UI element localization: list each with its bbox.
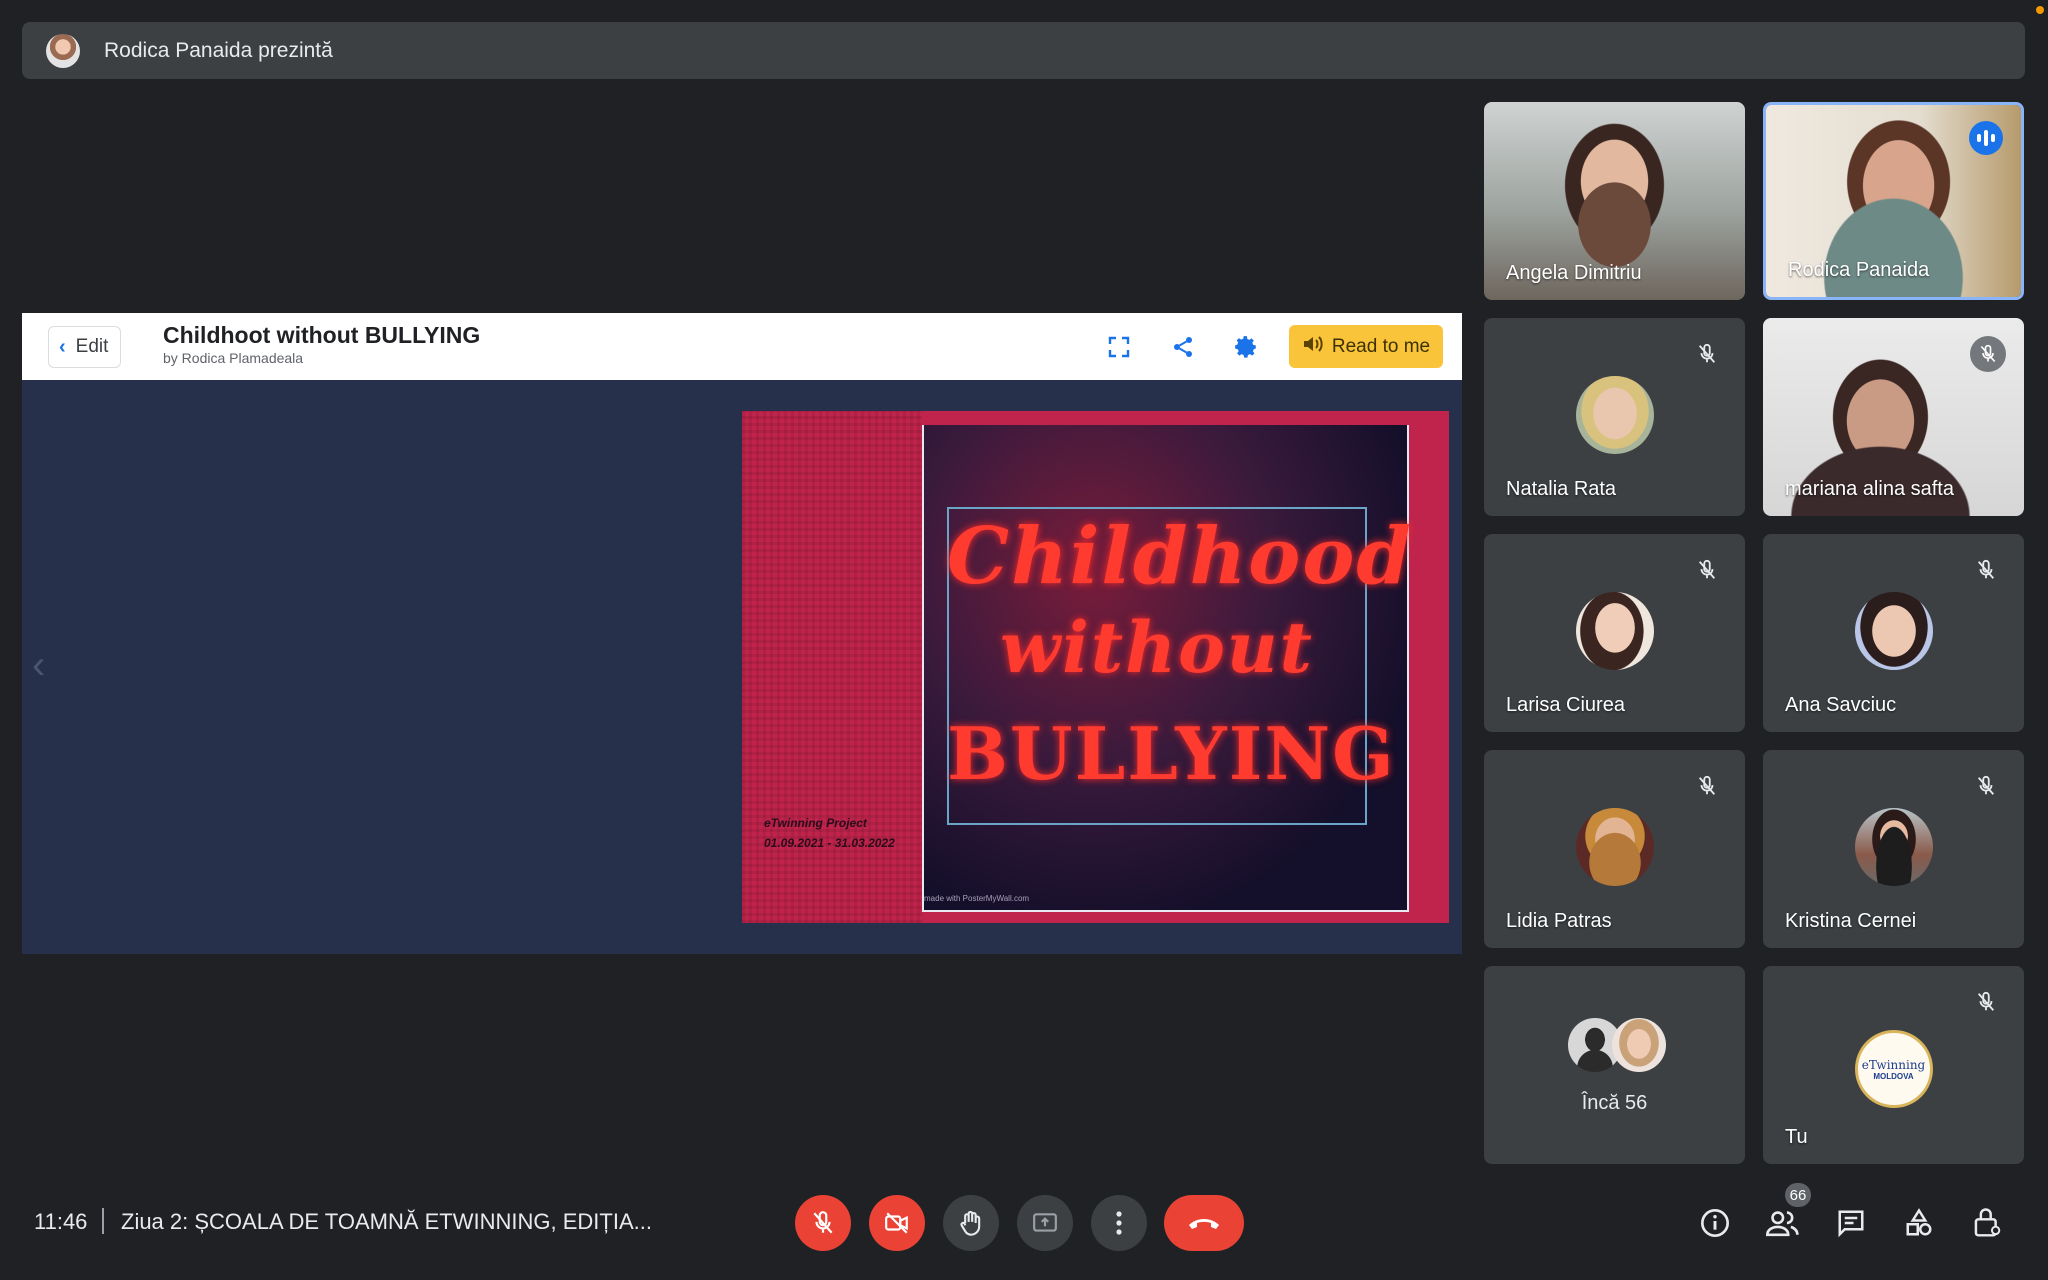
previous-page-icon[interactable]: ‹ — [32, 643, 45, 688]
participant-name: Rodica Panaida — [1788, 259, 1930, 281]
activities-button[interactable] — [1901, 1205, 1937, 1241]
microphone-toggle-button[interactable] — [795, 1195, 851, 1251]
read-to-me-button[interactable]: Read to me — [1289, 325, 1443, 368]
hand-icon — [960, 1210, 981, 1236]
hang-up-icon — [1189, 1219, 1219, 1229]
document-author: by Rodica Plamadeala — [163, 350, 304, 366]
participant-name: Ana Savciuc — [1785, 694, 1897, 716]
mic-off-icon — [1970, 770, 2002, 802]
edit-button[interactable]: ‹ Edit — [48, 326, 122, 368]
share-icon[interactable] — [1167, 331, 1199, 363]
participant-name: Kristina Cernei — [1785, 910, 1917, 932]
participant-tile-active[interactable]: Rodica Panaida — [1763, 102, 2024, 300]
document-title: Childhoot without BULLYING — [163, 322, 481, 348]
participant-name: Larisa Ciurea — [1506, 694, 1625, 716]
info-icon — [1701, 1209, 1729, 1237]
more-participants-tile[interactable]: Încă 56 — [1484, 966, 1745, 1164]
mic-off-icon — [1691, 338, 1723, 370]
host-controls-button[interactable] — [1969, 1205, 2005, 1241]
mic-off-icon — [1691, 554, 1723, 586]
document-header: ‹ Edit Childhoot without BULLYING by Rod… — [22, 313, 1462, 380]
self-tile[interactable]: eTwinning MOLDOVA Tu — [1763, 966, 2024, 1164]
participant-name: Lidia Patras — [1506, 910, 1612, 932]
more-participants-label: Încă 56 — [1581, 1092, 1648, 1114]
edit-label: Edit — [75, 336, 109, 357]
mic-off-icon — [1970, 986, 2002, 1018]
slide-project-note: eTwinning Project 01.09.2021 - 31.03.202… — [764, 813, 895, 853]
participant-tile[interactable]: Angela Dimitriu — [1484, 102, 1745, 300]
slide-note-line1: eTwinning Project — [764, 816, 867, 830]
present-screen-button[interactable] — [1017, 1195, 1073, 1251]
mic-off-icon — [813, 1211, 833, 1234]
meeting-details-button[interactable] — [1697, 1205, 1733, 1241]
mic-off-icon — [1691, 770, 1723, 802]
presenter-text: Rodica Panaida prezintă — [104, 38, 333, 62]
meeting-title: Ziua 2: ȘCOALA DE TOAMNĂ ETWINNING, EDIȚ… — [121, 1209, 652, 1234]
raise-hand-button[interactable] — [943, 1195, 999, 1251]
slide-credit: made with PosterMyWall.com — [924, 894, 1030, 903]
more-vert-icon — [1116, 1211, 1122, 1235]
presentation-slide: Childhood without BULLYING eTwinning Pro… — [742, 411, 1449, 923]
avatar — [1575, 592, 1654, 670]
more-options-button[interactable] — [1091, 1195, 1147, 1251]
read-to-me-label: Read to me — [1331, 335, 1431, 357]
participant-name: Natalia Rata — [1506, 478, 1617, 500]
logo-text-line2: MOLDOVA — [1873, 1071, 1914, 1081]
participant-name: Tu — [1785, 1126, 1808, 1148]
meet-window: { "presenter": { "text": "Rodica Panaida… — [0, 0, 2048, 1280]
logo-text-line1: eTwinning — [1861, 1057, 1926, 1072]
speaking-indicator-icon — [1969, 121, 2003, 155]
avatar — [1575, 808, 1654, 886]
participant-name: Angela Dimitriu — [1506, 262, 1642, 284]
divider — [102, 1208, 104, 1234]
slide-title-line1: Childhood — [947, 511, 1413, 602]
mic-off-icon — [1970, 554, 2002, 586]
participant-tile[interactable]: mariana alina safta — [1763, 318, 2024, 516]
gear-icon[interactable] — [1230, 331, 1262, 363]
participant-tile[interactable]: Lidia Patras — [1484, 750, 1745, 948]
avatar — [1575, 376, 1654, 454]
lock-person-icon — [1974, 1208, 2001, 1237]
participant-tile[interactable]: Larisa Ciurea — [1484, 534, 1745, 732]
participant-tile[interactable]: Natalia Rata — [1484, 318, 1745, 516]
chat-button[interactable] — [1833, 1205, 1869, 1241]
presenter-banner: Rodica Panaida prezintă — [22, 22, 2025, 79]
camera-off-icon — [885, 1212, 908, 1234]
etwinning-logo: eTwinning MOLDOVA — [1854, 1030, 1933, 1108]
fullscreen-icon[interactable] — [1103, 331, 1135, 363]
participant-name: mariana alina safta — [1785, 478, 1954, 500]
recording-dot — [2036, 6, 2044, 14]
people-button[interactable] — [1765, 1205, 1801, 1241]
presenter-avatar — [46, 33, 80, 68]
speaker-icon — [1302, 334, 1324, 360]
present-icon — [1033, 1213, 1057, 1232]
avatar — [1854, 808, 1933, 886]
avatar — [1612, 1018, 1666, 1072]
mic-off-icon — [1970, 336, 2006, 372]
slide-title-line2: without — [1000, 606, 1314, 689]
clock: 11:46 — [34, 1209, 88, 1234]
shared-screen: ‹ Edit Childhoot without BULLYING by Rod… — [22, 313, 1462, 954]
chevron-left-icon: ‹ — [59, 335, 66, 358]
slide-title-line3: BULLYING — [947, 711, 1396, 796]
people-count-badge: 66 — [1785, 1183, 1811, 1207]
leave-call-button[interactable] — [1164, 1195, 1244, 1251]
avatar — [1854, 592, 1933, 670]
participant-tile[interactable]: Ana Savciuc — [1763, 534, 2024, 732]
chat-icon — [1838, 1210, 1864, 1238]
people-icon — [1766, 1211, 1799, 1237]
slide-note-line2: 01.09.2021 - 31.03.2022 — [764, 836, 895, 850]
camera-toggle-button[interactable] — [869, 1195, 925, 1251]
participant-tile[interactable]: Kristina Cernei — [1763, 750, 2024, 948]
activities-icon — [1906, 1208, 1932, 1236]
